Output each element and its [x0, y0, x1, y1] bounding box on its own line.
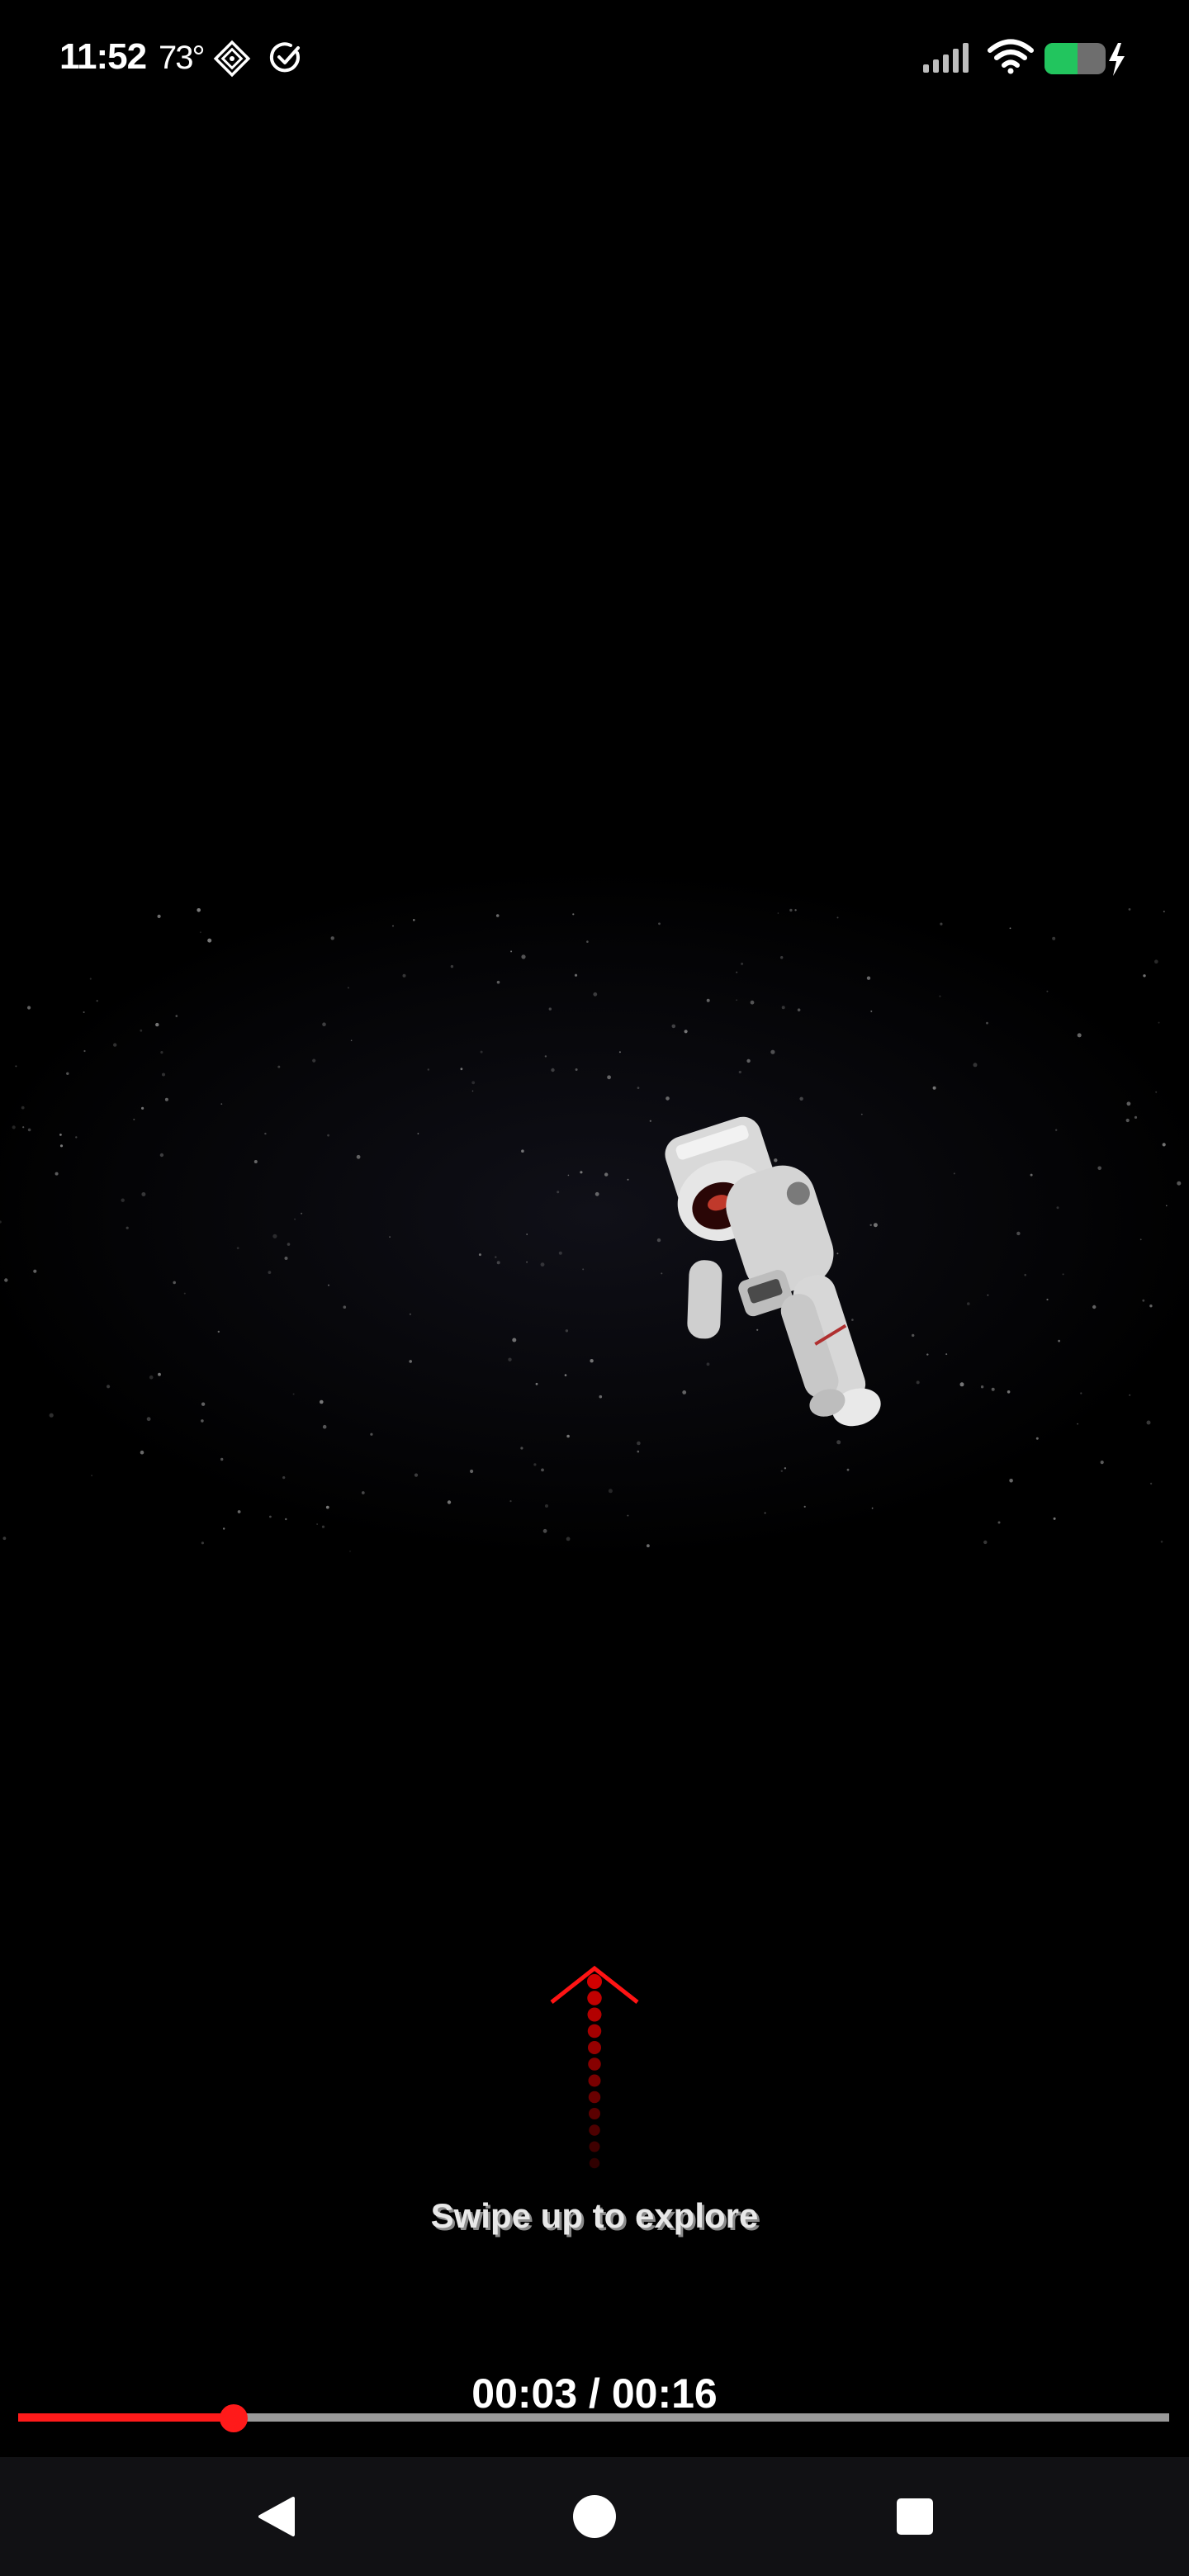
signal-icon — [921, 41, 973, 78]
progress-fill — [18, 2413, 234, 2422]
diamond-app-icon — [213, 40, 251, 82]
status-bar: 11:52 73° — [0, 0, 1189, 116]
home-icon[interactable] — [570, 2492, 619, 2541]
status-temperature: 73° — [159, 40, 205, 76]
progress-thumb[interactable] — [220, 2404, 248, 2432]
recents-icon[interactable] — [890, 2492, 940, 2541]
check-circle-icon — [268, 40, 304, 80]
battery-charging-icon — [1044, 41, 1126, 82]
wifi-icon — [988, 38, 1034, 78]
video-progress-bar[interactable] — [18, 2404, 1169, 2432]
status-time: 11:52 — [59, 36, 147, 77]
back-icon[interactable] — [251, 2492, 301, 2541]
swipe-hint-text: Swipe up to explore — [430, 2196, 759, 2235]
system-nav-bar — [0, 2457, 1189, 2576]
video-player[interactable]: Swipe up to explore 00:03 / 00:16 — [0, 116, 1189, 2454]
swipe-up-arrow-icon — [550, 1965, 639, 2169]
